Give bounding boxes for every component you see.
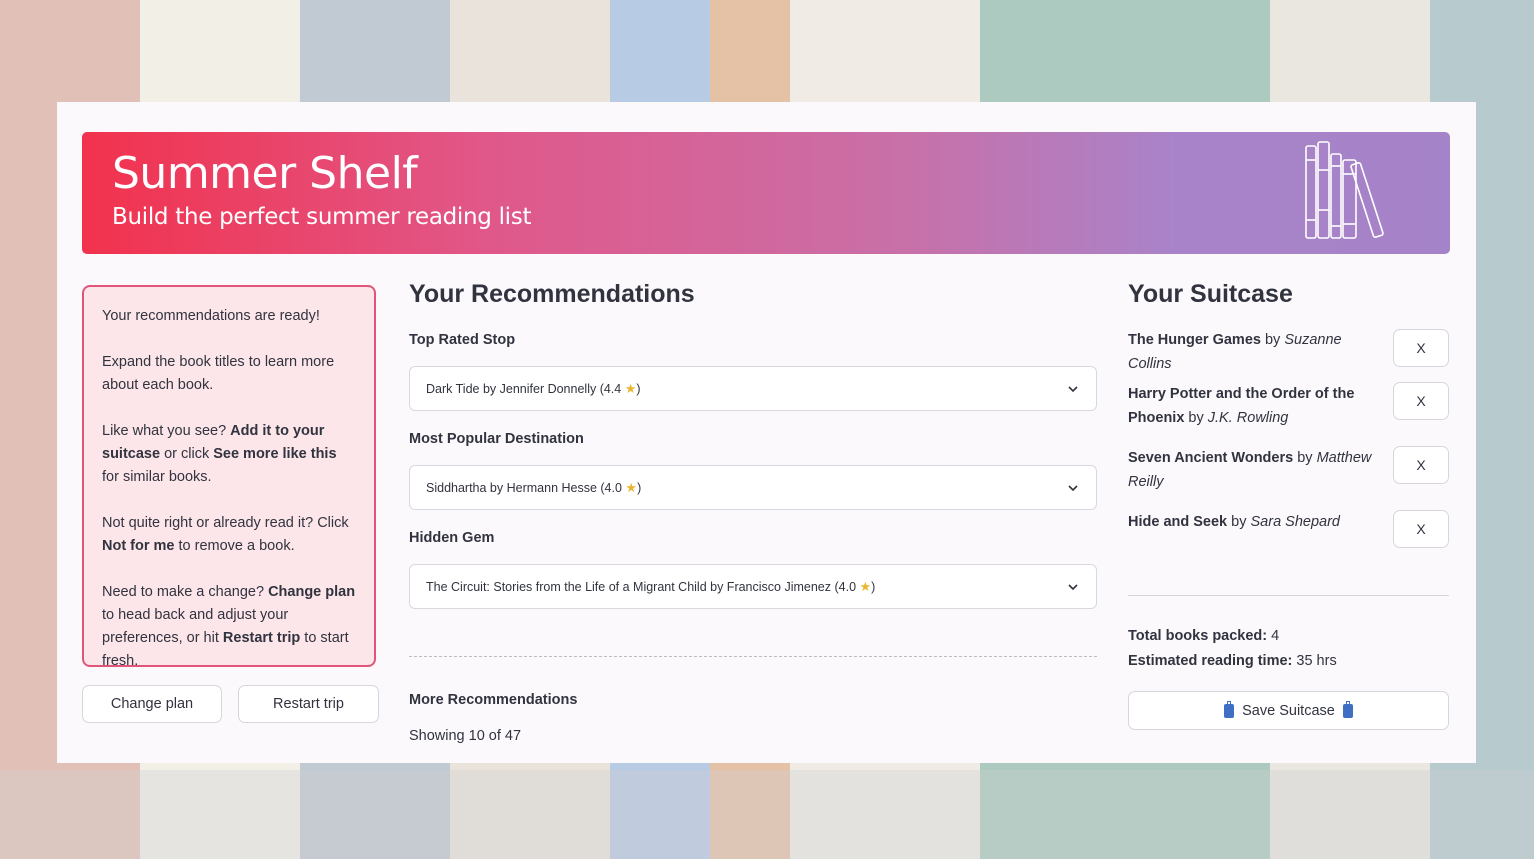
section-label-most-popular: Most Popular Destination	[409, 431, 584, 447]
expander-label: Dark Tide by Jennifer Donnelly (4.4 ★)	[426, 380, 641, 396]
remove-book-button[interactable]: X	[1393, 510, 1449, 548]
suitcase-item: Harry Potter and the Order of the Phoeni…	[1128, 386, 1355, 426]
section-label-top-rated: Top Rated Stop	[409, 332, 516, 348]
instructions-ready: Your recommendations are ready!	[102, 308, 320, 324]
star-icon: ★	[859, 578, 872, 594]
showing-count: Showing 10 of 47	[409, 728, 522, 744]
app-title: Summer Shelf	[112, 148, 418, 199]
remove-book-button[interactable]: X	[1393, 329, 1449, 367]
expander-label: Siddhartha by Hermann Hesse (4.0 ★)	[426, 479, 642, 495]
instructions-box: Your recommendations are ready! Expand t…	[82, 285, 376, 669]
suitcase-item: Hide and Seek by Sara Shepard	[1128, 514, 1340, 530]
estimated-reading-time: Estimated reading time: 35 hrs	[1128, 653, 1337, 669]
app-subtitle: Build the perfect summer reading list	[112, 204, 532, 230]
total-books-packed: Total books packed: 4	[1128, 628, 1280, 644]
restart-trip-button[interactable]: Restart trip	[238, 685, 379, 723]
instructions-add: Like what you see? Add it to your suitca…	[102, 423, 337, 485]
star-icon: ★	[625, 479, 638, 495]
save-suitcase-label: Save Suitcase	[1242, 702, 1335, 719]
remove-book-button[interactable]: X	[1393, 382, 1449, 420]
suitcase-item: Seven Ancient Wonders by Matthew Reilly	[1128, 450, 1372, 490]
change-plan-button[interactable]: Change plan	[82, 685, 222, 723]
book-expander-top-rated[interactable]: Dark Tide by Jennifer Donnelly (4.4 ★)	[409, 366, 1097, 411]
instructions-remove: Not quite right or already read it? Clic…	[102, 515, 349, 554]
chevron-down-icon	[1068, 484, 1078, 491]
suitcase-icon	[1224, 700, 1235, 718]
suitcase-icon	[1342, 700, 1353, 718]
suitcase-title: Your Suitcase	[1128, 280, 1293, 308]
main-card: Summer Shelf Build the perfect summer re…	[57, 102, 1476, 763]
section-divider	[409, 656, 1097, 657]
expander-label: The Circuit: Stories from the Life of a …	[426, 578, 876, 594]
suitcase-divider	[1128, 595, 1449, 596]
suitcase-item: The Hunger Games by Suzanne Collins	[1128, 332, 1342, 372]
recommendations-title: Your Recommendations	[409, 280, 695, 308]
book-expander-most-popular[interactable]: Siddhartha by Hermann Hesse (4.0 ★)	[409, 465, 1097, 510]
header-banner: Summer Shelf Build the perfect summer re…	[82, 132, 1450, 254]
instructions-expand: Expand the book titles to learn more abo…	[102, 354, 335, 393]
instructions-change: Need to make a change? Change plan to he…	[102, 584, 356, 669]
save-suitcase-button[interactable]: Save Suitcase	[1128, 691, 1449, 730]
more-recommendations-label: More Recommendations	[409, 692, 578, 708]
remove-book-button[interactable]: X	[1393, 446, 1449, 484]
books-icon	[1305, 141, 1384, 239]
book-expander-hidden-gem[interactable]: The Circuit: Stories from the Life of a …	[409, 564, 1097, 609]
chevron-down-icon	[1068, 385, 1078, 392]
section-label-hidden-gem: Hidden Gem	[409, 530, 495, 546]
chevron-down-icon	[1068, 583, 1078, 590]
star-icon: ★	[624, 380, 637, 396]
